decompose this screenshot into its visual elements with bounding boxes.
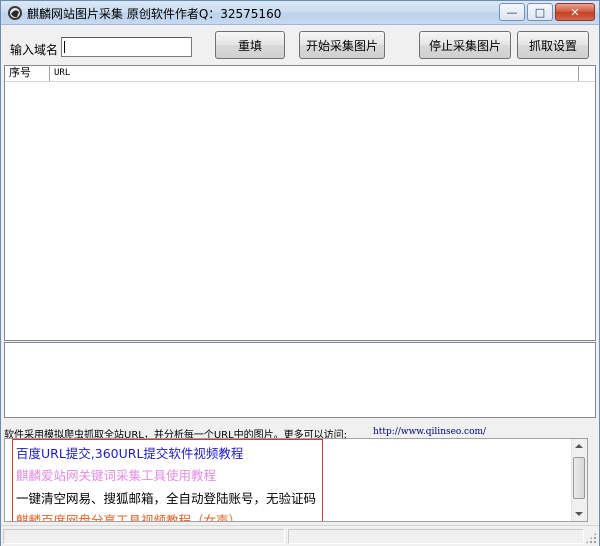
column-header-index[interactable]: 序号	[5, 66, 50, 81]
status-bar	[1, 525, 599, 546]
start-collect-button[interactable]: 开始采集图片	[299, 31, 385, 59]
app-qilin-icon	[8, 6, 22, 20]
crawl-settings-button[interactable]: 抓取设置	[517, 31, 589, 59]
link-item-1[interactable]: 麒麟爱站网关键词采集工具使用教程	[16, 465, 216, 484]
text-caret	[64, 41, 65, 53]
close-button[interactable]: ✕	[555, 3, 595, 21]
scroll-up-icon[interactable]	[575, 444, 583, 448]
minimize-button[interactable]: —	[499, 3, 525, 21]
stop-collect-button[interactable]: 停止采集图片	[419, 31, 511, 59]
close-icon: ✕	[570, 5, 580, 19]
app-window: 麒麟网站图片采集 原创软件作者Q：32575160 — □ ✕ 输入域名 重填 …	[0, 0, 600, 546]
tutorial-links-panel: 百度URL提交,360URL提交软件视频教程 麒麟爱站网关键词采集工具使用教程 …	[4, 438, 588, 522]
url-list[interactable]: 序号 URL	[4, 65, 596, 341]
scroll-thumb[interactable]	[573, 457, 585, 499]
reset-button[interactable]: 重填	[215, 31, 285, 59]
link-item-3[interactable]: 麒麟百度网盘分享工具视频教程（女声）	[16, 510, 241, 521]
domain-label: 输入域名	[10, 43, 59, 57]
link-item-0[interactable]: 百度URL提交,360URL提交软件视频教程	[16, 443, 243, 462]
website-link[interactable]: http://www.qilinseo.com/	[373, 427, 486, 437]
caption-buttons: — □ ✕	[499, 3, 595, 21]
resize-grip-icon[interactable]	[585, 532, 597, 544]
maximize-icon: □	[534, 5, 546, 19]
maximize-button[interactable]: □	[527, 3, 553, 21]
links-scrollbar[interactable]	[571, 439, 587, 521]
link-item-2[interactable]: 一键清空网易、搜狐邮箱，全自动登陆账号，无验证码	[16, 488, 316, 507]
status-pane-right	[288, 529, 584, 544]
url-list-header: 序号 URL	[5, 66, 595, 82]
log-textarea[interactable]	[4, 342, 596, 418]
title-bar[interactable]: 麒麟网站图片采集 原创软件作者Q：32575160 — □ ✕	[1, 1, 599, 25]
column-header-filler	[579, 66, 595, 81]
column-header-url[interactable]: URL	[50, 66, 579, 81]
minimize-icon: —	[506, 5, 518, 19]
window-title: 麒麟网站图片采集 原创软件作者Q：32575160	[27, 7, 282, 21]
status-pane-left	[3, 529, 285, 544]
scroll-down-icon[interactable]	[575, 512, 583, 516]
domain-input[interactable]	[61, 37, 192, 57]
